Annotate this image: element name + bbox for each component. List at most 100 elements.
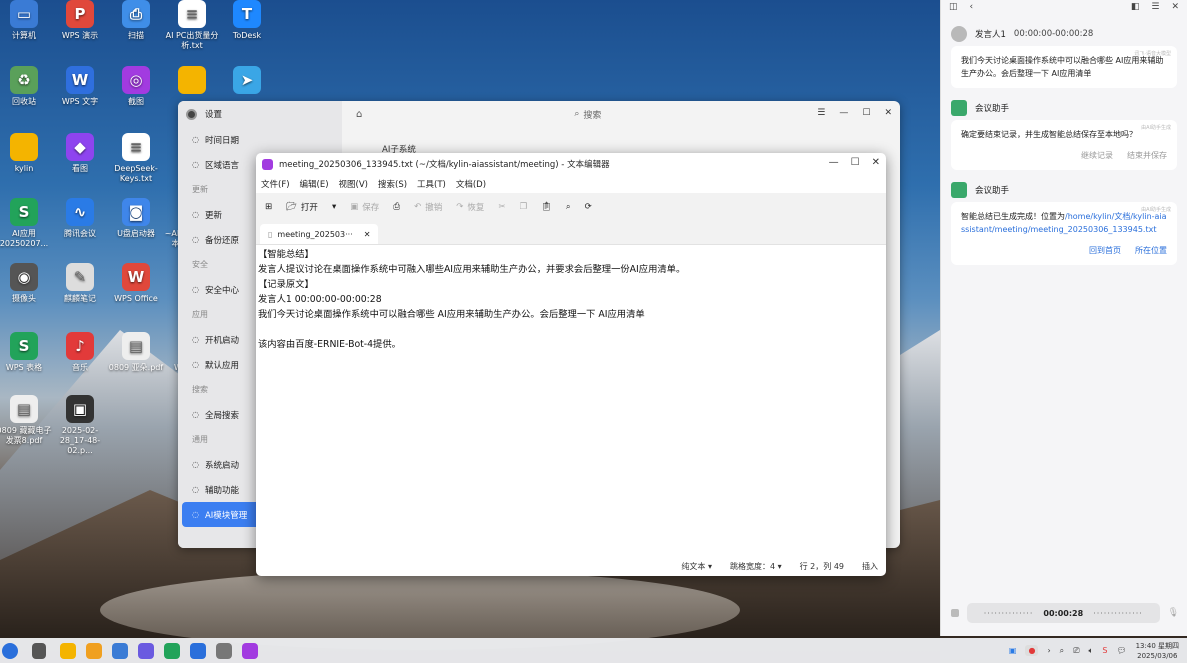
input-method-icon[interactable]: S xyxy=(1102,646,1107,655)
desktop-icon[interactable]: kylin xyxy=(0,133,55,174)
settings-title: 设置 xyxy=(205,110,223,120)
tab-width-selector[interactable]: 跳格宽度：4 ▾ xyxy=(730,561,782,572)
file-manager-icon[interactable] xyxy=(60,642,76,659)
text-line: 发言人提议讨论在桌面操作系统中可融入哪些AI应用来辅助生产办公，并要求会后整理一… xyxy=(258,264,686,275)
text-file-icon: ≡ xyxy=(178,0,206,28)
settings-gear-icon[interactable] xyxy=(216,642,232,659)
desktop-icon[interactable]: ◎ 截图 xyxy=(105,66,167,107)
search-icon: ⌕ xyxy=(565,202,571,212)
kylin-browser-icon[interactable] xyxy=(138,642,154,659)
minimize-button[interactable]: — xyxy=(829,157,839,168)
clock[interactable]: 13:40 星期四 2025/03/06 xyxy=(1136,641,1179,661)
copy-button[interactable]: ❐ xyxy=(516,200,530,214)
close-button[interactable]: ✕ xyxy=(884,108,892,118)
save-icon: ▣ xyxy=(350,202,359,212)
desktop-icon[interactable]: ◆ 看图 xyxy=(49,133,111,174)
desktop-icon[interactable]: ♪ 音乐 xyxy=(49,332,111,373)
start-menu-icon[interactable] xyxy=(2,642,18,659)
minimize-button[interactable]: — xyxy=(839,108,848,118)
save-button[interactable]: ▣ 保存 xyxy=(347,199,382,215)
message-action-button[interactable]: 回到首页 xyxy=(1089,244,1121,257)
back-icon[interactable]: ‹ xyxy=(970,2,974,12)
sidebar-toggle-icon[interactable]: ◫ xyxy=(949,2,958,12)
menu-item[interactable]: 视图(V) xyxy=(339,178,368,190)
replace-button[interactable]: ⟳ xyxy=(582,200,595,214)
software-store-icon[interactable] xyxy=(112,642,128,659)
undo-button[interactable]: ↶ 撤销 xyxy=(411,199,445,215)
volume-icon[interactable]: 🔈︎ xyxy=(1089,646,1094,656)
wps-sheet-icon: S xyxy=(10,332,38,360)
open-button[interactable]: 📂︎ 打开 xyxy=(283,199,321,215)
desktop-icon[interactable]: ≡ DeepSeek-Keys.txt xyxy=(105,133,167,184)
browser-icon[interactable] xyxy=(86,642,102,659)
menu-item[interactable]: 搜索(S) xyxy=(378,178,407,190)
desktop-icon[interactable]: T ToDesk xyxy=(216,0,278,41)
screenshot-tray-icon[interactable]: ⎚ xyxy=(1073,646,1079,656)
microphone-icon[interactable]: 🎙︎ xyxy=(1168,608,1179,618)
document-tab[interactable]: ▯ meeting_202503··· ✕ xyxy=(260,224,379,244)
open-dropdown[interactable]: ▾ xyxy=(329,200,339,214)
desktop-icon[interactable]: ✎ 麒麟笔记 xyxy=(49,263,111,304)
redo-button[interactable]: ↷ 恢复 xyxy=(453,199,487,215)
menu-item[interactable]: 文件(F) xyxy=(261,178,290,190)
desktop-icon[interactable]: S AI应用 20250207... xyxy=(0,198,55,249)
menu-item[interactable]: 工具(T) xyxy=(417,178,446,190)
desktop-icon[interactable]: W WPS 文字 xyxy=(49,66,111,107)
message-action-button[interactable]: 结束并保存 xyxy=(1127,149,1167,162)
menu-item[interactable]: 编辑(E) xyxy=(300,178,329,190)
syntax-mode-selector[interactable]: 纯文本 ▾ xyxy=(681,561,712,572)
notification-icon[interactable]: 💬︎ xyxy=(1116,646,1126,655)
assistant-tray-icon[interactable]: ▣ xyxy=(1009,646,1017,655)
desktop-icon[interactable]: ➤ xyxy=(216,66,278,97)
multitask-icon[interactable] xyxy=(32,642,46,659)
menu-item[interactable]: 文档(D) xyxy=(456,178,486,190)
home-icon[interactable]: ⌂ xyxy=(356,109,362,120)
desktop-icon[interactable]: S WPS 表格 xyxy=(0,332,55,373)
recording-tray-icon[interactable]: ● xyxy=(1025,645,1039,656)
split-view-icon[interactable]: ◧ xyxy=(1131,2,1140,12)
message-action-button[interactable]: 继续记录 xyxy=(1081,149,1113,162)
maximize-button[interactable]: ☐ xyxy=(862,108,870,118)
desktop-icon[interactable]: ⎙ 扫描 xyxy=(105,0,167,41)
desktop-icon[interactable]: ♻ 回收站 xyxy=(0,66,55,107)
text-editor-window[interactable]: meeting_20250306_133945.txt (~/文档/kylin-… xyxy=(256,153,886,576)
recorder-bar: ·············· 00:00:28 ·············· 🎙… xyxy=(951,602,1179,624)
desktop-icon[interactable]: P WPS 演示 xyxy=(49,0,111,41)
desktop-icon[interactable]: ▤ 0809 藏藏电子发票8.pdf xyxy=(0,395,55,446)
chevron-right-icon[interactable]: › xyxy=(1047,646,1050,655)
settings-search[interactable]: ⌕ 搜索 xyxy=(574,108,601,121)
close-tab-icon[interactable]: ✕ xyxy=(364,230,371,239)
search-tray-icon[interactable]: ⌕ xyxy=(1060,646,1064,656)
maximize-button[interactable]: ☐ xyxy=(851,157,860,168)
desktop-icon[interactable]: ▭ 计算机 xyxy=(0,0,55,41)
close-icon[interactable]: ✕ xyxy=(1171,2,1179,12)
desktop-icon[interactable] xyxy=(161,66,223,97)
paste-button[interactable]: 📋︎ xyxy=(538,200,555,214)
editor-text-area[interactable]: 【智能总结】发言人提议讨论在桌面操作系统中可融入哪些AI应用来辅助生产办公，并要… xyxy=(256,245,886,354)
menu-icon[interactable]: ☰ xyxy=(1151,2,1159,12)
close-button[interactable]: ✕ xyxy=(872,157,880,168)
message-action-button[interactable]: 所在位置 xyxy=(1135,244,1167,257)
desktop-icon[interactable]: ◙ U盘启动器 xyxy=(105,198,167,239)
desktop-icon[interactable]: ▤ 0809 亚朵.pdf xyxy=(105,332,167,373)
stop-record-icon[interactable] xyxy=(951,609,959,617)
new-file-button[interactable]: ⊞ xyxy=(262,200,275,214)
print-button[interactable]: ⎙ xyxy=(390,200,403,214)
folder-icon xyxy=(178,66,206,94)
sidebar-item[interactable]: ◌ 时间日期 xyxy=(178,127,342,152)
remote-desktop-icon[interactable] xyxy=(190,642,206,659)
desktop-icon[interactable]: ≡ AI PC出货量分析.txt xyxy=(161,0,223,51)
text-line: 我们今天讨论桌面操作系统中可以融合哪些 AI应用来辅助生产办公。会后整理一下 A… xyxy=(258,309,645,320)
menu-icon[interactable]: ☰ xyxy=(817,108,825,118)
text-editor-icon[interactable] xyxy=(242,642,258,659)
wps-sheet-icon: S xyxy=(10,198,38,226)
desktop-icon[interactable]: ◉ 摄像头 xyxy=(0,263,55,304)
chevron-down-icon: ▾ xyxy=(331,202,337,212)
assistant-app-icon[interactable] xyxy=(164,642,180,659)
desktop-icon[interactable]: ∿ 腾讯会议 xyxy=(49,198,111,239)
desktop-icon[interactable]: W WPS Office xyxy=(105,263,167,304)
desktop-icon[interactable]: ▣ 2025-02-28_17-48-02.p... xyxy=(49,395,111,456)
text-line: 【智能总结】 xyxy=(258,249,314,260)
find-button[interactable]: ⌕ xyxy=(563,200,574,214)
cut-button[interactable]: ✂ xyxy=(495,200,508,214)
